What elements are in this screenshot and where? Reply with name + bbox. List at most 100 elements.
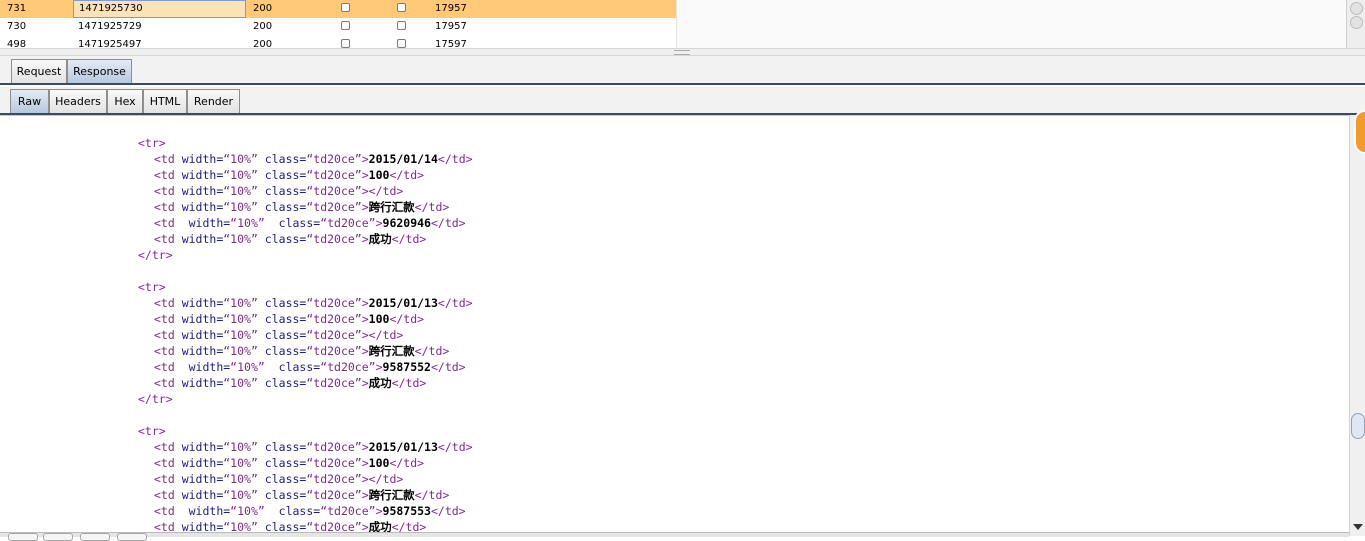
td-open-tag: <td (154, 296, 182, 310)
scroll-thumb[interactable] (1350, 16, 1363, 29)
tab-response[interactable]: Response (67, 59, 132, 83)
tab-headers[interactable]: Headers (49, 89, 107, 113)
scroll-down-arrow-icon[interactable] (1353, 524, 1363, 530)
tr-open-tag: <tr> (138, 424, 166, 438)
results-scrollbar[interactable] (1346, 0, 1365, 48)
code-line-td: <td width=“10%” class=“td20ce”>100</td> (154, 167, 424, 183)
cell-text: 2015/01/14 (368, 152, 438, 166)
cell-text: 2015/01/13 (368, 440, 438, 454)
row-id: 730 (7, 21, 27, 32)
error-checkbox[interactable] (341, 21, 350, 30)
cell-text: 跨行汇款 (368, 488, 415, 502)
td-close-tag: </td> (389, 456, 425, 470)
attr-name: class= (257, 312, 307, 326)
code-line-td: <td width=“10%” class=“td20ce”>2015/01/1… (154, 439, 473, 455)
table-row[interactable]: 730 1471925729 200 17957 (0, 18, 676, 36)
tab-html[interactable]: HTML (143, 89, 187, 113)
pane-splitter[interactable] (0, 48, 1365, 56)
td-close-tag: </td> (437, 296, 473, 310)
attr-value: “td20ce” (306, 376, 362, 390)
scroll-thumb[interactable] (1351, 413, 1365, 439)
attr-name: class= (257, 184, 307, 198)
timeout-checkbox[interactable] (397, 3, 406, 12)
attr-value: “10%” (223, 456, 258, 470)
add-button[interactable] (80, 533, 110, 541)
td-bracket: > (361, 232, 369, 246)
row-payload[interactable]: 1471925730 (73, 0, 246, 18)
attr-name: class= (257, 440, 307, 454)
td-open-tag: <td (154, 456, 182, 470)
error-checkbox[interactable] (341, 3, 350, 12)
td-open-tag: <td (154, 328, 182, 342)
search-bar-edge (0, 532, 1349, 537)
tab-hex[interactable]: Hex (107, 89, 143, 113)
attr-value: “10%” (230, 360, 265, 374)
attr-name: class= (257, 376, 307, 390)
td-open-tag: <td (154, 376, 182, 390)
attr-value: “10%” (230, 504, 265, 518)
td-open-tag: <td (154, 232, 182, 246)
attr-name: class= (257, 328, 307, 342)
attr-value: “td20ce” (306, 168, 362, 182)
td-bracket: > (361, 312, 369, 326)
scroll-up-button[interactable] (1350, 2, 1363, 15)
error-checkbox[interactable] (341, 39, 350, 48)
tab-raw[interactable]: Raw (10, 89, 49, 113)
td-bracket: > (361, 200, 369, 214)
attr-name: class= (257, 296, 307, 310)
td-bracket: > (361, 184, 369, 198)
table-row[interactable]: 498 1471925497 200 17597 (0, 36, 676, 48)
attr-value: “10%” (223, 440, 258, 454)
attr-name: class= (257, 200, 307, 214)
td-close-tag: </td> (368, 472, 404, 486)
td-close-tag: </td> (414, 200, 450, 214)
td-close-tag: </td> (437, 152, 473, 166)
attr-value: “10%” (223, 312, 258, 326)
td-bracket: > (361, 488, 369, 502)
attr-value: “10%” (223, 296, 258, 310)
response-scrollbar[interactable] (1349, 115, 1365, 536)
cell-text: 9620946 (382, 216, 431, 230)
td-open-tag: <td (154, 152, 182, 166)
td-close-tag: </td> (389, 168, 425, 182)
row-length: 17957 (435, 3, 467, 14)
code-line-tr-open: <tr> (138, 279, 166, 295)
tr-close-tag: </tr> (138, 248, 173, 262)
previous-button[interactable] (43, 533, 73, 541)
message-tabbar: Request Response (0, 56, 1365, 85)
attr-name: width= (181, 152, 224, 166)
cell-text: 100 (368, 168, 390, 182)
attr-name: width= (181, 504, 231, 518)
cell-text: 跨行汇款 (368, 200, 415, 214)
splitter-grip-icon[interactable] (674, 50, 690, 55)
attr-name: width= (181, 376, 224, 390)
cell-text: 成功 (368, 232, 392, 246)
attr-value: “td20ce” (306, 472, 362, 486)
attr-name: width= (181, 488, 224, 502)
attr-name: class= (257, 456, 307, 470)
attr-name: width= (181, 472, 224, 486)
attr-value: “10%” (223, 488, 258, 502)
tab-request[interactable]: Request (11, 59, 67, 83)
tab-render[interactable]: Render (187, 89, 240, 113)
raw-response-text[interactable]: <tr> <td width=“10%” class=“td20ce”>2015/… (0, 115, 1349, 535)
td-close-tag: </td> (414, 344, 450, 358)
attr-name: width= (181, 312, 224, 326)
code-line-td: <td width=“10%” class=“td20ce”>跨行汇款</td> (154, 199, 449, 215)
attr-value: “10%” (223, 232, 258, 246)
help-button[interactable] (8, 533, 38, 541)
attr-name: width= (181, 232, 224, 246)
attr-value: “td20ce” (306, 152, 362, 166)
table-row[interactable]: 731 1471925730 200 17957 (0, 0, 676, 18)
td-bracket: > (361, 168, 369, 182)
td-close-tag: </td> (391, 232, 427, 246)
timeout-checkbox[interactable] (397, 39, 406, 48)
attr-value: “10%” (223, 328, 258, 342)
next-button[interactable] (117, 533, 147, 541)
td-open-tag: <td (154, 184, 182, 198)
td-bracket: > (375, 216, 383, 230)
timeout-checkbox[interactable] (397, 21, 406, 30)
row-status: 200 (253, 3, 273, 14)
td-bracket: > (361, 152, 369, 166)
attr-name: width= (181, 344, 224, 358)
